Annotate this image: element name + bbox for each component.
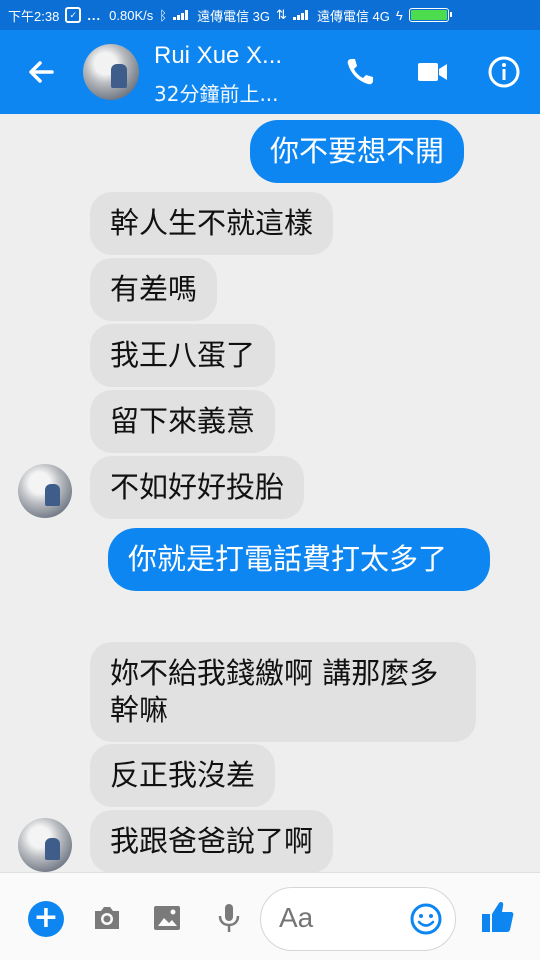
message-input-box[interactable]: [260, 887, 456, 951]
camera-icon[interactable]: [90, 901, 124, 935]
message-bubble-incoming[interactable]: 留下來義意: [90, 390, 276, 453]
data-arrows-icon: ⇅: [276, 7, 287, 22]
status-left: 下午2:38 ✓ ...: [8, 6, 101, 25]
microphone-icon[interactable]: [212, 901, 246, 935]
contact-name[interactable]: Rui Xue X...: [154, 42, 282, 70]
contact-status: 32分鐘前上...: [154, 82, 279, 106]
status-time: 下午2:38: [8, 8, 60, 24]
message-bubble-incoming[interactable]: 我王八蛋了: [90, 324, 276, 387]
message-thread[interactable]: 你不要想不開 幹人生不就這樣 有差嗎 我王八蛋了 留下來義意 不如好好投胎 你就…: [0, 114, 540, 872]
info-icon[interactable]: [484, 52, 524, 92]
emoji-icon[interactable]: [409, 902, 443, 936]
plus-icon[interactable]: +: [28, 901, 64, 937]
conversation-header: Rui Xue X... 32分鐘前上...: [0, 30, 540, 114]
message-bubble-incoming[interactable]: 反正我沒差: [90, 744, 276, 807]
battery-level: [410, 10, 447, 20]
shield-icon: ✓: [65, 7, 82, 23]
signal-icon: [173, 10, 191, 20]
back-arrow-icon[interactable]: [22, 52, 62, 92]
sender-avatar[interactable]: [18, 464, 72, 518]
notification-dots: ...: [87, 7, 102, 23]
status-bar: 下午2:38 ✓ ... 0.80K/s ᛒ 遠傳電信 3G ⇅ 遠傳電信 4G…: [0, 0, 540, 30]
video-camera-icon[interactable]: [412, 52, 452, 92]
message-bubble-outgoing[interactable]: 你不要想不開: [250, 120, 465, 183]
message-bubble-incoming[interactable]: 不如好好投胎: [90, 456, 305, 519]
message-composer: +: [0, 872, 540, 960]
photo-icon[interactable]: [150, 901, 184, 935]
thumbs-up-icon[interactable]: [478, 897, 518, 937]
status-right: 0.80K/s ᛒ 遠傳電信 3G ⇅ 遠傳電信 4G ϟ: [109, 6, 452, 25]
phone-icon[interactable]: [340, 52, 380, 92]
message-input[interactable]: [279, 902, 399, 934]
charging-icon: ϟ: [395, 7, 403, 23]
carrier-4g: 遠傳電信 4G: [316, 8, 390, 24]
signal-icon-2: [292, 10, 311, 20]
carrier-3g: 遠傳電信 3G: [197, 8, 271, 24]
battery-icon: [408, 8, 452, 22]
message-bubble-incoming[interactable]: 有差嗎: [90, 258, 218, 321]
sender-avatar[interactable]: [18, 818, 72, 872]
bluetooth-icon: ᛒ: [159, 7, 168, 23]
message-bubble-incoming[interactable]: 幹人生不就這樣: [90, 192, 334, 255]
message-bubble-outgoing[interactable]: 你就是打電話費打太多了: [108, 528, 490, 591]
message-bubble-incoming[interactable]: 我跟爸爸說了啊: [90, 810, 334, 872]
message-bubble-incoming[interactable]: 妳不給我錢繳啊 講那麼多幹嘛: [90, 642, 476, 742]
network-speed: 0.80K/s: [109, 7, 154, 23]
contact-avatar[interactable]: [83, 44, 139, 100]
